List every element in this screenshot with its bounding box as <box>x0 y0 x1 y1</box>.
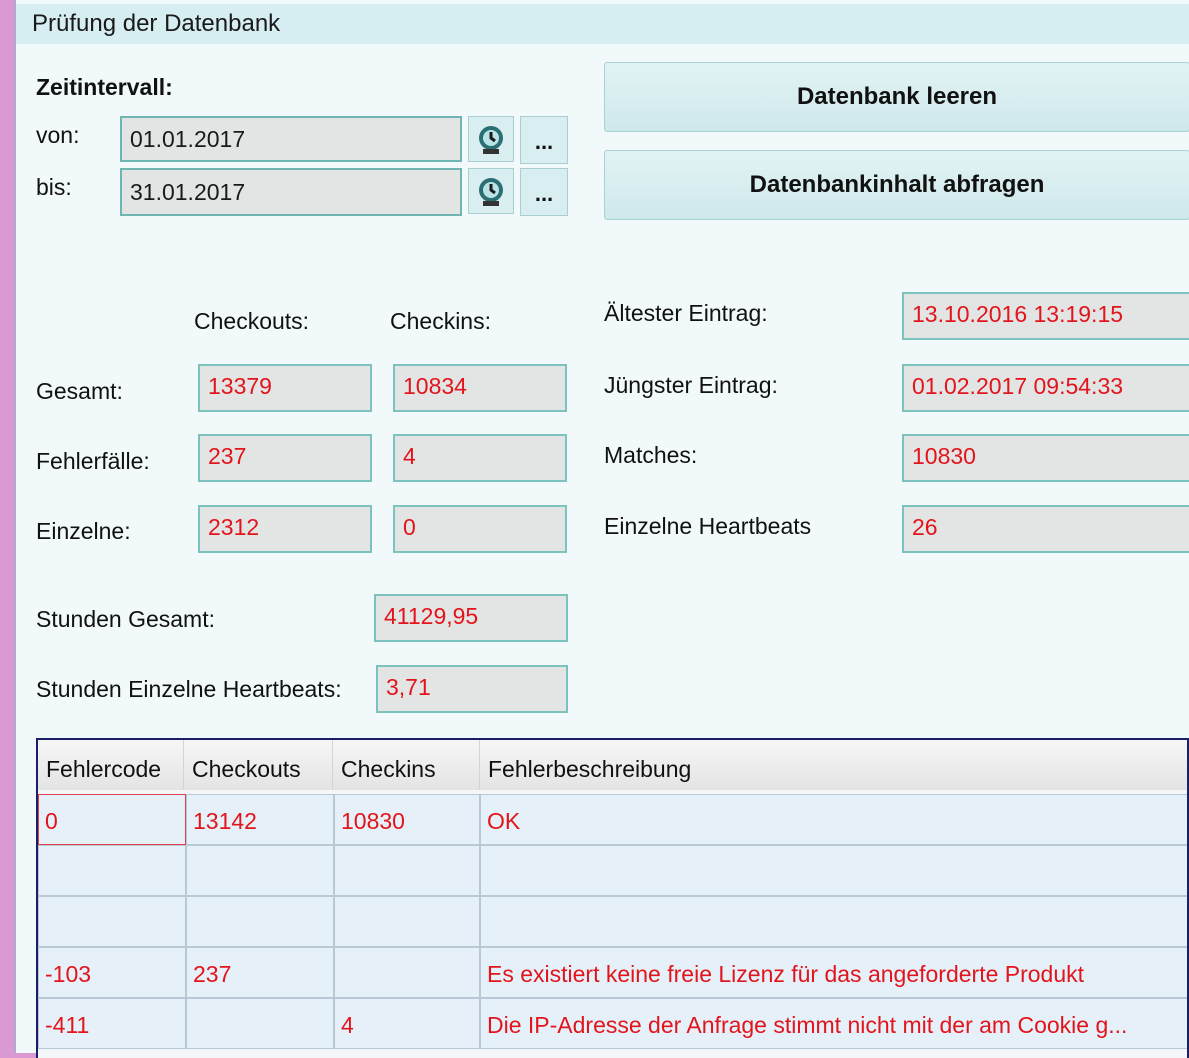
calendar-picker-icon <box>479 178 503 206</box>
from-calendar-button[interactable] <box>468 116 514 162</box>
cell-error-code[interactable] <box>38 896 186 947</box>
cell-checkins[interactable]: 4 <box>334 998 480 1049</box>
cell-checkouts[interactable] <box>186 845 334 896</box>
newest-entry-label: Jüngster Eintrag: <box>604 372 778 398</box>
errors-checkouts-field: 237 <box>198 434 372 482</box>
cell-checkouts[interactable] <box>186 896 334 947</box>
cell-error-code[interactable] <box>38 845 186 896</box>
table-header: Fehlercode Checkouts Checkins Fehlerbesc… <box>38 740 1187 790</box>
cell-checkouts[interactable]: 13142 <box>186 794 334 845</box>
column-header-checkins[interactable]: Checkins <box>333 740 480 790</box>
cell-error-code[interactable]: -103 <box>38 947 186 998</box>
cell-description[interactable]: OK <box>480 794 1187 845</box>
hours-heartbeats-field: 3,71 <box>376 665 568 713</box>
to-ellipsis-button[interactable]: ... <box>520 168 568 216</box>
cell-error-code[interactable]: -411 <box>38 998 186 1049</box>
single-label: Einzelne: <box>36 518 131 544</box>
table-row[interactable]: -103 237 Es existiert keine freie Lizenz… <box>38 947 1187 998</box>
database-check-window: Prüfung der Datenbank Zeitintervall: von… <box>14 0 1189 1058</box>
table-row[interactable]: -411 4 Die IP-Adresse der Anfrage stimmt… <box>38 998 1187 1049</box>
single-checkouts-field: 2312 <box>198 505 372 553</box>
column-header-description[interactable]: Fehlerbeschreibung <box>480 740 1187 790</box>
checkins-column-label: Checkins: <box>390 308 491 334</box>
cell-description[interactable] <box>480 896 1187 947</box>
to-calendar-button[interactable] <box>468 168 514 214</box>
total-checkins-field: 10834 <box>393 364 567 412</box>
to-date-field[interactable]: 31.01.2017 <box>120 168 462 216</box>
cell-error-code[interactable]: 0 <box>38 794 186 845</box>
from-date-field[interactable]: 01.01.2017 <box>120 116 462 162</box>
oldest-entry-field: 13.10.2016 13:19:15 <box>902 292 1189 340</box>
total-label: Gesamt: <box>36 378 123 404</box>
hours-total-label: Stunden Gesamt: <box>36 606 215 632</box>
table-row[interactable] <box>38 896 1187 947</box>
checkouts-column-label: Checkouts: <box>194 308 310 334</box>
hours-heartbeats-label: Stunden Einzelne Heartbeats: <box>36 676 342 702</box>
from-label: von: <box>36 122 80 148</box>
matches-label: Matches: <box>604 442 698 468</box>
column-header-error-code[interactable]: Fehlercode <box>38 740 184 790</box>
single-heartbeats-field: 26 <box>902 505 1189 553</box>
errors-label: Fehlerfälle: <box>36 448 150 474</box>
cell-description[interactable]: Die IP-Adresse der Anfrage stimmt nicht … <box>480 998 1187 1049</box>
clear-database-button[interactable]: Datenbank leeren <box>604 62 1189 132</box>
single-heartbeats-label: Einzelne Heartbeats <box>604 513 812 539</box>
from-ellipsis-button[interactable]: ... <box>520 116 568 164</box>
hours-total-field: 41129,95 <box>374 594 568 642</box>
table-row[interactable] <box>38 845 1187 896</box>
errors-checkins-field: 4 <box>393 434 567 482</box>
calendar-picker-icon <box>479 126 503 154</box>
matches-field: 10830 <box>902 434 1189 482</box>
total-checkouts-field: 13379 <box>198 364 372 412</box>
cell-checkins[interactable] <box>334 947 480 998</box>
cell-checkins[interactable]: 10830 <box>334 794 480 845</box>
window-title: Prüfung der Datenbank <box>16 4 1189 44</box>
cell-checkouts[interactable]: 237 <box>186 947 334 998</box>
query-database-button[interactable]: Datenbankinhalt abfragen <box>604 150 1189 220</box>
cell-description[interactable]: Es existiert keine freie Lizenz für das … <box>480 947 1187 998</box>
cell-description[interactable] <box>480 845 1187 896</box>
column-header-checkouts[interactable]: Checkouts <box>184 740 333 790</box>
error-table[interactable]: Fehlercode Checkouts Checkins Fehlerbesc… <box>36 738 1189 1058</box>
table-row[interactable]: 0 13142 10830 OK <box>38 794 1187 845</box>
oldest-entry-label: Ältester Eintrag: <box>604 300 768 326</box>
cell-checkins[interactable] <box>334 896 480 947</box>
cell-checkins[interactable] <box>334 845 480 896</box>
to-label: bis: <box>36 174 72 200</box>
interval-heading: Zeitintervall: <box>36 74 173 100</box>
newest-entry-field: 01.02.2017 09:54:33 <box>902 364 1189 412</box>
cell-checkouts[interactable] <box>186 998 334 1049</box>
single-checkins-field: 0 <box>393 505 567 553</box>
